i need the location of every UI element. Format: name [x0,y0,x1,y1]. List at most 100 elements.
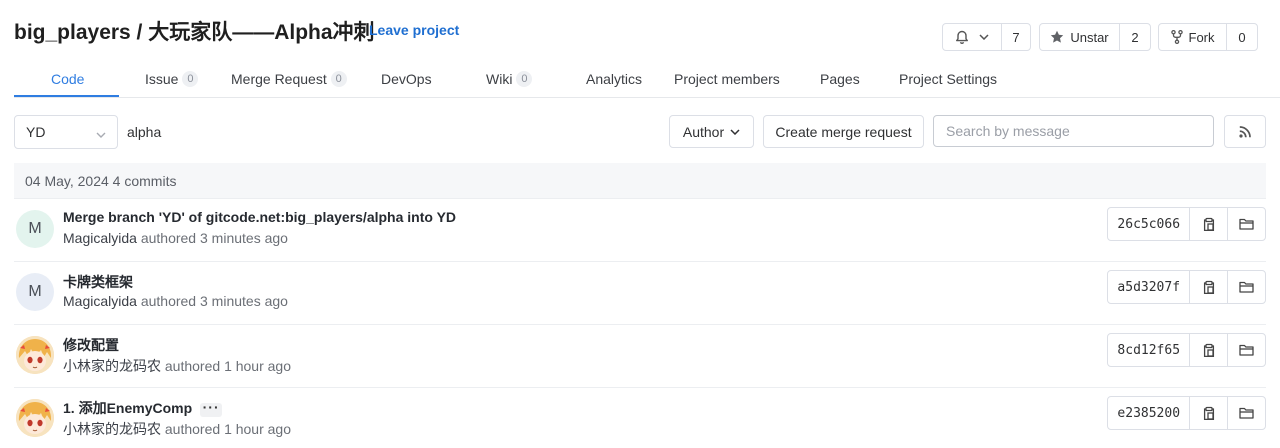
commit-meta: Magicalyida authored 3 minutes ago [63,293,288,309]
commit-title[interactable]: 修改配置 [63,335,119,355]
branch-select-value: YD [26,124,46,140]
commit-row: 1. 添加EnemyComp ··· 小林家的龙码农 authored 1 hou… [14,388,1266,448]
fork-button-group: Fork 0 [1158,23,1258,51]
merge-request-count-badge: 0 [330,71,347,87]
fork-icon [1170,30,1183,44]
commit-time: 1 hour ago [224,421,292,437]
commit-sha[interactable]: e2385200 [1108,397,1189,429]
tab-project-settings-label: Project Settings [899,71,998,87]
tab-project-members-label: Project members [674,71,780,87]
tab-merge-request[interactable]: Merge Request 0 [231,60,347,98]
chevron-down-icon [730,128,740,135]
star-icon [1050,30,1064,44]
tab-pages[interactable]: Pages [820,60,860,98]
path-breadcrumb[interactable]: alpha [127,124,161,140]
copy-icon [1202,280,1216,295]
commit-author[interactable]: 小林家的龙码农 [63,421,161,437]
issue-count-badge: 0 [182,71,199,87]
create-merge-request-button[interactable]: Create merge request [763,115,924,148]
tab-issue-label: Issue [145,71,179,87]
commit-sha[interactable]: 8cd12f65 [1108,334,1189,366]
copy-sha-button[interactable] [1189,397,1227,429]
expand-message-button[interactable]: ··· [200,400,223,417]
fork-label: Fork [1188,29,1215,45]
copy-sha-button[interactable] [1189,271,1227,303]
fork-count[interactable]: 0 [1226,24,1257,50]
copy-icon [1202,343,1216,358]
star-button-group: Unstar 2 [1039,23,1151,51]
commit-sha[interactable]: a5d3207f [1108,271,1189,303]
commit-author[interactable]: Magicalyida [63,293,137,309]
chevron-down-icon [96,125,106,141]
rss-icon [1239,125,1251,138]
avatar[interactable] [16,399,54,437]
commit-author[interactable]: 小林家的龙码农 [63,358,161,374]
commit-sha-group: e2385200 [1107,396,1266,430]
project-header: big_players / 大玩家队——Alpha冲刺 Leave projec… [0,0,1280,60]
commit-row: M Merge branch 'YD' of gitcode.net:big_p… [14,199,1266,262]
fork-button[interactable]: Fork [1159,24,1226,50]
commit-sha[interactable]: 26c5c066 [1108,208,1189,240]
commit-sha-group: 26c5c066 [1107,207,1266,241]
browse-files-button[interactable] [1227,208,1265,240]
tab-wiki[interactable]: Wiki 0 [486,60,533,98]
copy-icon [1202,406,1216,421]
avatar[interactable]: M [16,273,54,311]
star-count[interactable]: 2 [1119,24,1150,50]
active-tab-indicator [14,95,119,97]
commit-meta: Magicalyida authored 3 minutes ago [63,230,288,246]
author-filter-label: Author [682,123,725,140]
commit-sha-group: 8cd12f65 [1107,333,1266,367]
copy-sha-button[interactable] [1189,334,1227,366]
commit-date-header: 04 May, 2024 4 commits [14,163,1266,199]
avatar[interactable]: M [16,210,54,248]
rss-feed-button[interactable] [1224,115,1266,148]
commit-title-text[interactable]: 1. 添加EnemyComp [63,400,192,416]
tab-wiki-label: Wiki [486,71,513,87]
notification-dropdown[interactable] [943,24,1001,50]
copy-icon [1202,217,1216,232]
search-by-message-input[interactable] [933,115,1214,147]
browse-files-button[interactable] [1227,397,1265,429]
chevron-down-icon [979,34,989,40]
commit-row: M 卡牌类框架 Magicalyida authored 3 minutes a… [14,262,1266,325]
browse-files-button[interactable] [1227,334,1265,366]
tab-analytics[interactable]: Analytics [586,60,642,98]
tab-code-label: Code [51,71,85,87]
project-title[interactable]: big_players / 大玩家队——Alpha冲刺 [14,16,375,46]
copy-sha-button[interactable] [1189,208,1227,240]
commit-title: 1. 添加EnemyComp ··· [63,398,223,418]
commit-author[interactable]: Magicalyida [63,230,137,246]
folder-icon [1239,407,1254,419]
authored-label: authored [140,293,197,309]
tab-project-members[interactable]: Project members [674,60,780,98]
wiki-count-badge: 0 [516,71,533,87]
tab-analytics-label: Analytics [586,71,643,87]
tab-devops[interactable]: DevOps [381,60,432,98]
tab-code[interactable]: Code [51,60,84,98]
commit-time: 3 minutes ago [200,230,288,246]
commit-title[interactable]: Merge branch 'YD' of gitcode.net:big_pla… [63,209,456,225]
authored-label: authored [140,230,197,246]
unstar-label: Unstar [1070,29,1109,45]
commit-time: 1 hour ago [224,358,292,374]
anime-avatar-image [16,399,54,437]
project-tabs: Code Issue 0 Merge Request 0 DevOps Wiki 0 … [14,60,1280,98]
commit-meta: 小林家的龙码农 authored 1 hour ago [63,419,291,439]
author-filter-button[interactable]: Author [669,115,754,148]
avatar[interactable] [16,336,54,374]
unstar-button[interactable]: Unstar [1040,24,1119,50]
folder-icon [1239,218,1254,230]
tab-pages-label: Pages [820,71,860,87]
tab-project-settings[interactable]: Project Settings [899,60,997,98]
notification-count: 7 [1001,24,1030,50]
tab-merge-request-label: Merge Request [231,71,327,87]
authored-label: authored [164,421,221,437]
tab-issue[interactable]: Issue 0 [145,60,199,98]
branch-select[interactable]: YD [14,115,118,149]
commit-title[interactable]: 卡牌类框架 [63,272,133,292]
commit-meta: 小林家的龙码农 authored 1 hour ago [63,356,291,376]
commit-row: 修改配置 小林家的龙码农 authored 1 hour ago 8cd12f6… [14,325,1266,388]
browse-files-button[interactable] [1227,271,1265,303]
leave-project-link[interactable]: Leave project [369,22,459,38]
